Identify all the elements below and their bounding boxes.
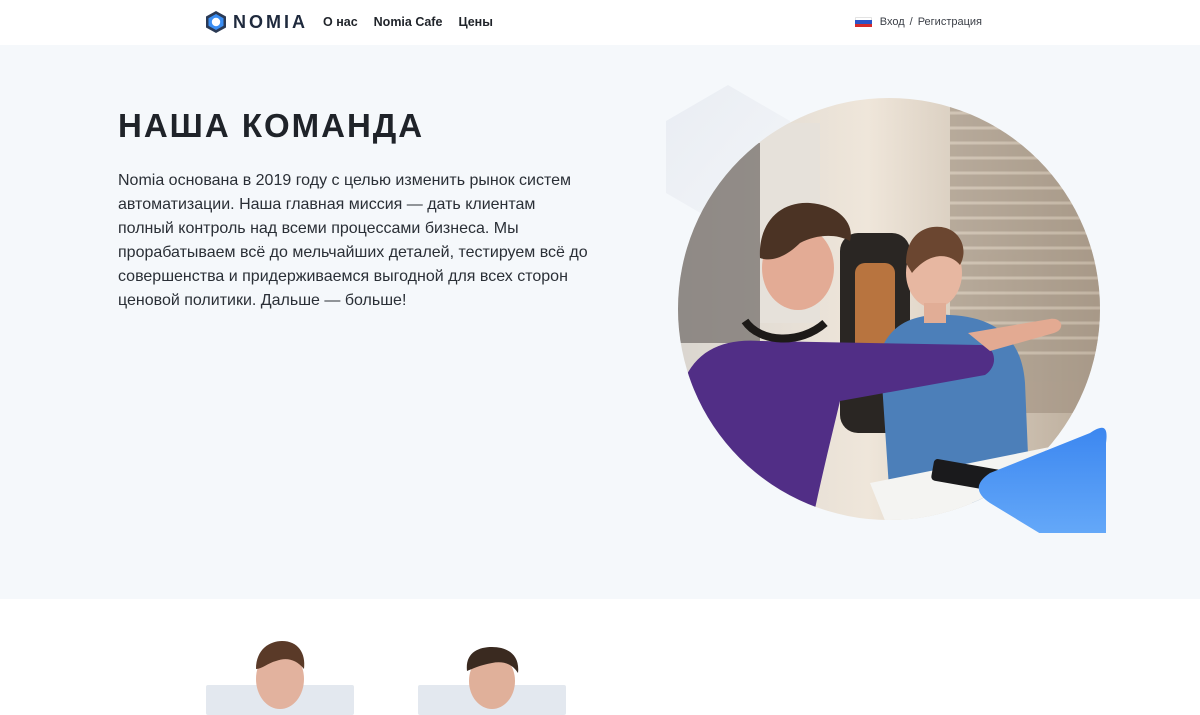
nav-link-nomia-cafe[interactable]: Nomia Cafe xyxy=(374,15,443,29)
nav-link-prices[interactable]: Цены xyxy=(458,15,492,29)
team-member-card xyxy=(418,639,566,715)
member-avatar xyxy=(256,641,305,709)
nav-link-about[interactable]: О нас xyxy=(323,15,358,29)
brand-logo[interactable]: NOMIA xyxy=(205,10,308,34)
hero-description: Nomia основана в 2019 году с целью измен… xyxy=(118,172,588,309)
russian-flag-icon[interactable] xyxy=(854,16,872,28)
auth-separator: / xyxy=(909,16,913,28)
member-avatar xyxy=(466,647,519,709)
brand-name: NOMIA xyxy=(233,11,308,32)
main-nav: О нас Nomia Cafe Цены xyxy=(323,15,493,29)
login-link[interactable]: Вход xyxy=(880,16,905,28)
register-link[interactable]: Регистрация xyxy=(918,16,982,28)
site-header: NOMIA О нас Nomia Cafe Цены Вход / Регис… xyxy=(0,0,1200,45)
auth-links: Вход / Регистрация xyxy=(854,16,982,28)
team-members xyxy=(0,599,1200,715)
team-photo xyxy=(666,85,1107,533)
nomia-logo-icon xyxy=(206,11,226,33)
team-member-card xyxy=(206,639,354,715)
team-hero: НАША КОМАНДА Nomia основана в 2019 году … xyxy=(0,45,1200,599)
page-title: НАША КОМАНДА xyxy=(118,107,425,144)
